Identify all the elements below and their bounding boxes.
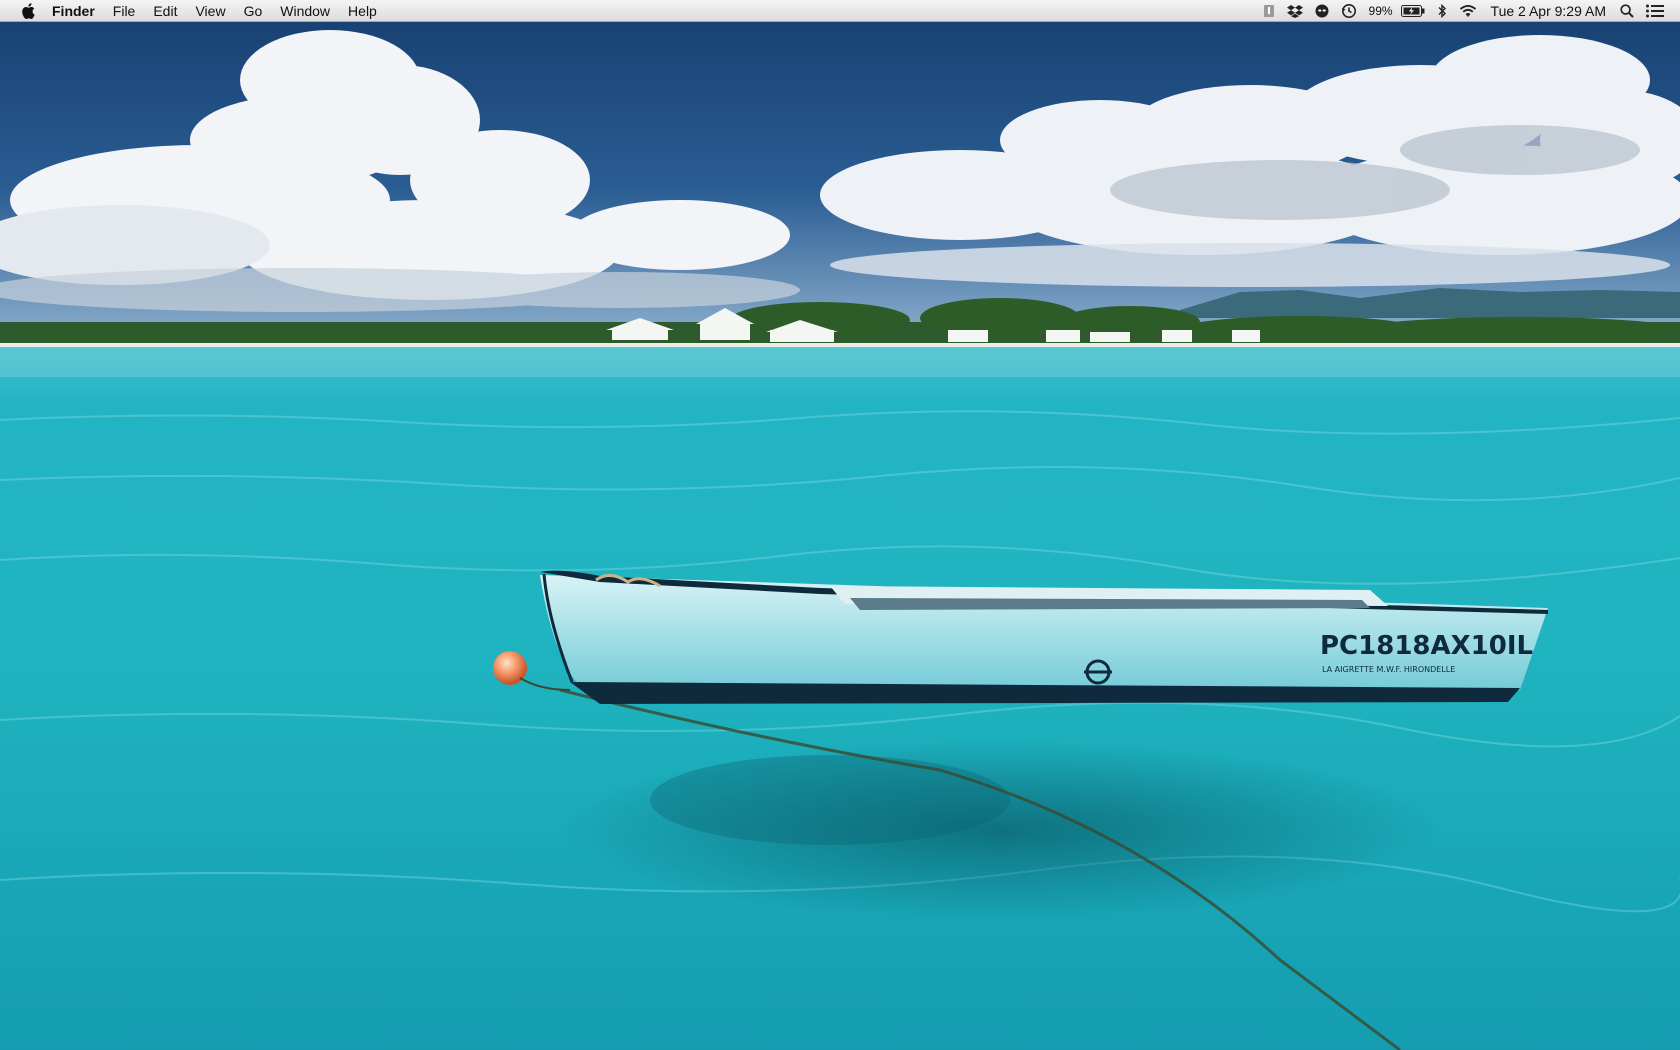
spotlight-search-icon[interactable] [1614,0,1640,22]
menu-window[interactable]: Window [271,0,339,22]
time-machine-icon[interactable] [1335,0,1363,22]
wifi-icon[interactable] [1453,0,1483,22]
menu-help[interactable]: Help [339,0,386,22]
boat-shadow [560,740,1440,920]
bluetooth-icon[interactable] [1431,0,1453,22]
desktop-wallpaper: PC1818AX10IL LA AIGRETTE M.W.F. HIRONDEL… [0,0,1680,1050]
battery-percentage: 99% [1368,3,1393,18]
notification-center-icon[interactable] [1640,0,1670,22]
distant-hills [1180,288,1680,318]
menu-bar-clock[interactable]: Tue 2 Apr 9:29 AM [1483,0,1614,22]
boat-subtitle: LA AIGRETTE M.W.F. HIRONDELLE [1322,665,1455,674]
menu-extra-icon[interactable] [1257,0,1281,22]
menu-edit[interactable]: Edit [144,0,186,22]
menu-bar: Finder File Edit View Go Window Help 99%… [0,0,1680,22]
menu-go[interactable]: Go [235,0,272,22]
dropbox-icon[interactable] [1281,0,1309,22]
app-menu-finder[interactable]: Finder [52,0,104,22]
menu-file[interactable]: File [104,0,145,22]
menu-bar-left: Finder File Edit View Go Window Help [0,0,386,22]
menu-bar-status-area: 99% Tue 2 Apr 9:29 AM [1257,0,1680,22]
battery-icon[interactable] [1395,0,1431,22]
alien-icon[interactable] [1309,0,1335,22]
apple-menu-icon[interactable] [18,0,38,22]
boat-registration: PC1818AX10IL [1320,631,1533,661]
menu-view[interactable]: View [186,0,234,22]
